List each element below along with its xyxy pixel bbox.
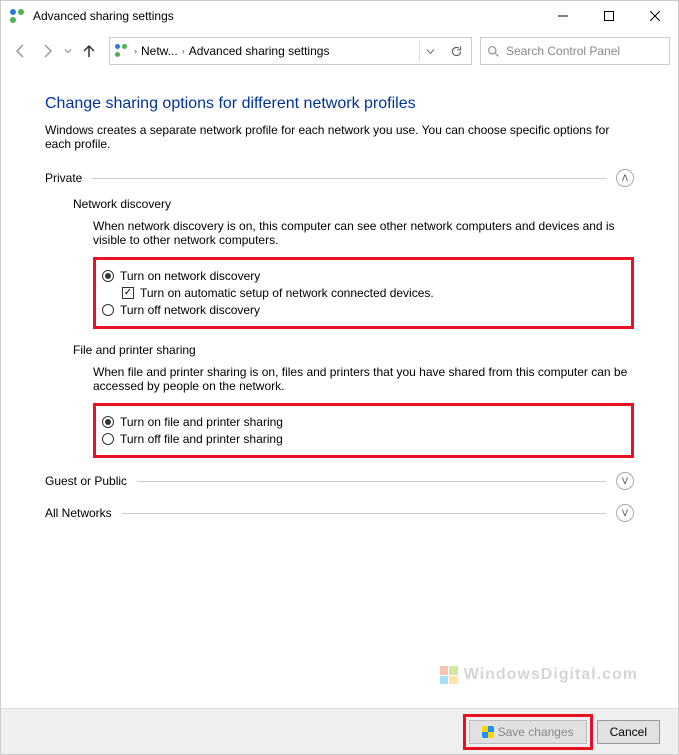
divider	[137, 481, 606, 482]
save-changes-button[interactable]: Save changes	[469, 720, 587, 744]
network-discovery-section: Network discovery When network discovery…	[73, 197, 634, 329]
address-dropdown[interactable]	[419, 40, 441, 62]
button-label: Save changes	[498, 725, 574, 739]
file-printer-section: File and printer sharing When file and p…	[73, 343, 634, 458]
option-label: Turn off network discovery	[120, 303, 260, 317]
forward-button[interactable]	[35, 39, 59, 63]
radio-turn-on-network-discovery[interactable]: Turn on network discovery	[102, 269, 623, 283]
radio-icon	[102, 416, 114, 428]
page-description: Windows creates a separate network profi…	[45, 123, 634, 151]
section-all-networks-header[interactable]: All Networks ᐯ	[45, 504, 634, 522]
radio-turn-off-network-discovery[interactable]: Turn off network discovery	[102, 303, 623, 317]
search-icon	[487, 45, 500, 58]
expand-icon[interactable]: ᐯ	[616, 472, 634, 490]
window-controls	[540, 1, 678, 31]
expand-icon[interactable]: ᐯ	[616, 504, 634, 522]
divider	[92, 178, 606, 179]
page-heading: Change sharing options for different net…	[45, 95, 634, 113]
button-label: Cancel	[610, 725, 647, 739]
shield-icon	[482, 726, 494, 738]
watermark: WindowsDigital.com	[440, 666, 638, 684]
section-private-label: Private	[45, 171, 82, 185]
section-all-networks-label: All Networks	[45, 506, 112, 520]
navbar: › Netw... › Advanced sharing settings	[1, 31, 678, 71]
chevron-right-icon[interactable]: ›	[134, 46, 137, 56]
windows-logo-icon	[440, 666, 458, 684]
watermark-text: WindowsDigital.com	[464, 666, 638, 684]
collapse-icon[interactable]: ᐱ	[616, 169, 634, 187]
section-guest-label: Guest or Public	[45, 474, 127, 488]
option-label: Turn on file and printer sharing	[120, 415, 283, 429]
network-discovery-heading: Network discovery	[73, 197, 634, 211]
file-printer-options: Turn on file and printer sharing Turn of…	[93, 403, 634, 458]
file-printer-heading: File and printer sharing	[73, 343, 634, 357]
search-box[interactable]	[480, 37, 670, 65]
bottom-bar: Save changes Cancel	[1, 708, 678, 754]
refresh-button[interactable]	[445, 40, 467, 62]
up-button[interactable]	[77, 39, 101, 63]
radio-turn-off-file-printer[interactable]: Turn off file and printer sharing	[102, 432, 623, 446]
window-title: Advanced sharing settings	[33, 9, 540, 23]
radio-turn-on-file-printer[interactable]: Turn on file and printer sharing	[102, 415, 623, 429]
radio-icon	[102, 433, 114, 445]
network-sharing-icon	[114, 43, 130, 59]
breadcrumb-advanced-sharing[interactable]: Advanced sharing settings	[189, 44, 330, 58]
radio-icon	[102, 270, 114, 282]
option-label: Turn on automatic setup of network conne…	[140, 286, 434, 300]
content-area: Change sharing options for different net…	[1, 71, 678, 522]
titlebar: Advanced sharing settings	[1, 1, 678, 31]
recent-locations-button[interactable]	[61, 39, 75, 63]
section-guest-header[interactable]: Guest or Public ᐯ	[45, 472, 634, 490]
option-label: Turn on network discovery	[120, 269, 260, 283]
option-label: Turn off file and printer sharing	[120, 432, 283, 446]
file-printer-description: When file and printer sharing is on, fil…	[93, 365, 634, 393]
network-discovery-description: When network discovery is on, this compu…	[93, 219, 634, 247]
maximize-button[interactable]	[586, 1, 632, 31]
checkbox-auto-setup[interactable]: Turn on automatic setup of network conne…	[122, 286, 623, 300]
search-input[interactable]	[506, 44, 663, 58]
section-private-header[interactable]: Private ᐱ	[45, 169, 634, 187]
radio-icon	[102, 304, 114, 316]
divider	[122, 513, 606, 514]
close-button[interactable]	[632, 1, 678, 31]
network-sharing-icon	[9, 8, 25, 24]
back-button[interactable]	[9, 39, 33, 63]
chevron-right-icon[interactable]: ›	[182, 46, 185, 56]
minimize-button[interactable]	[540, 1, 586, 31]
address-bar[interactable]: › Netw... › Advanced sharing settings	[109, 37, 472, 65]
cancel-button[interactable]: Cancel	[597, 720, 660, 744]
network-discovery-options: Turn on network discovery Turn on automa…	[93, 257, 634, 329]
checkbox-icon	[122, 287, 134, 299]
breadcrumb-network[interactable]: Netw...	[141, 44, 178, 58]
